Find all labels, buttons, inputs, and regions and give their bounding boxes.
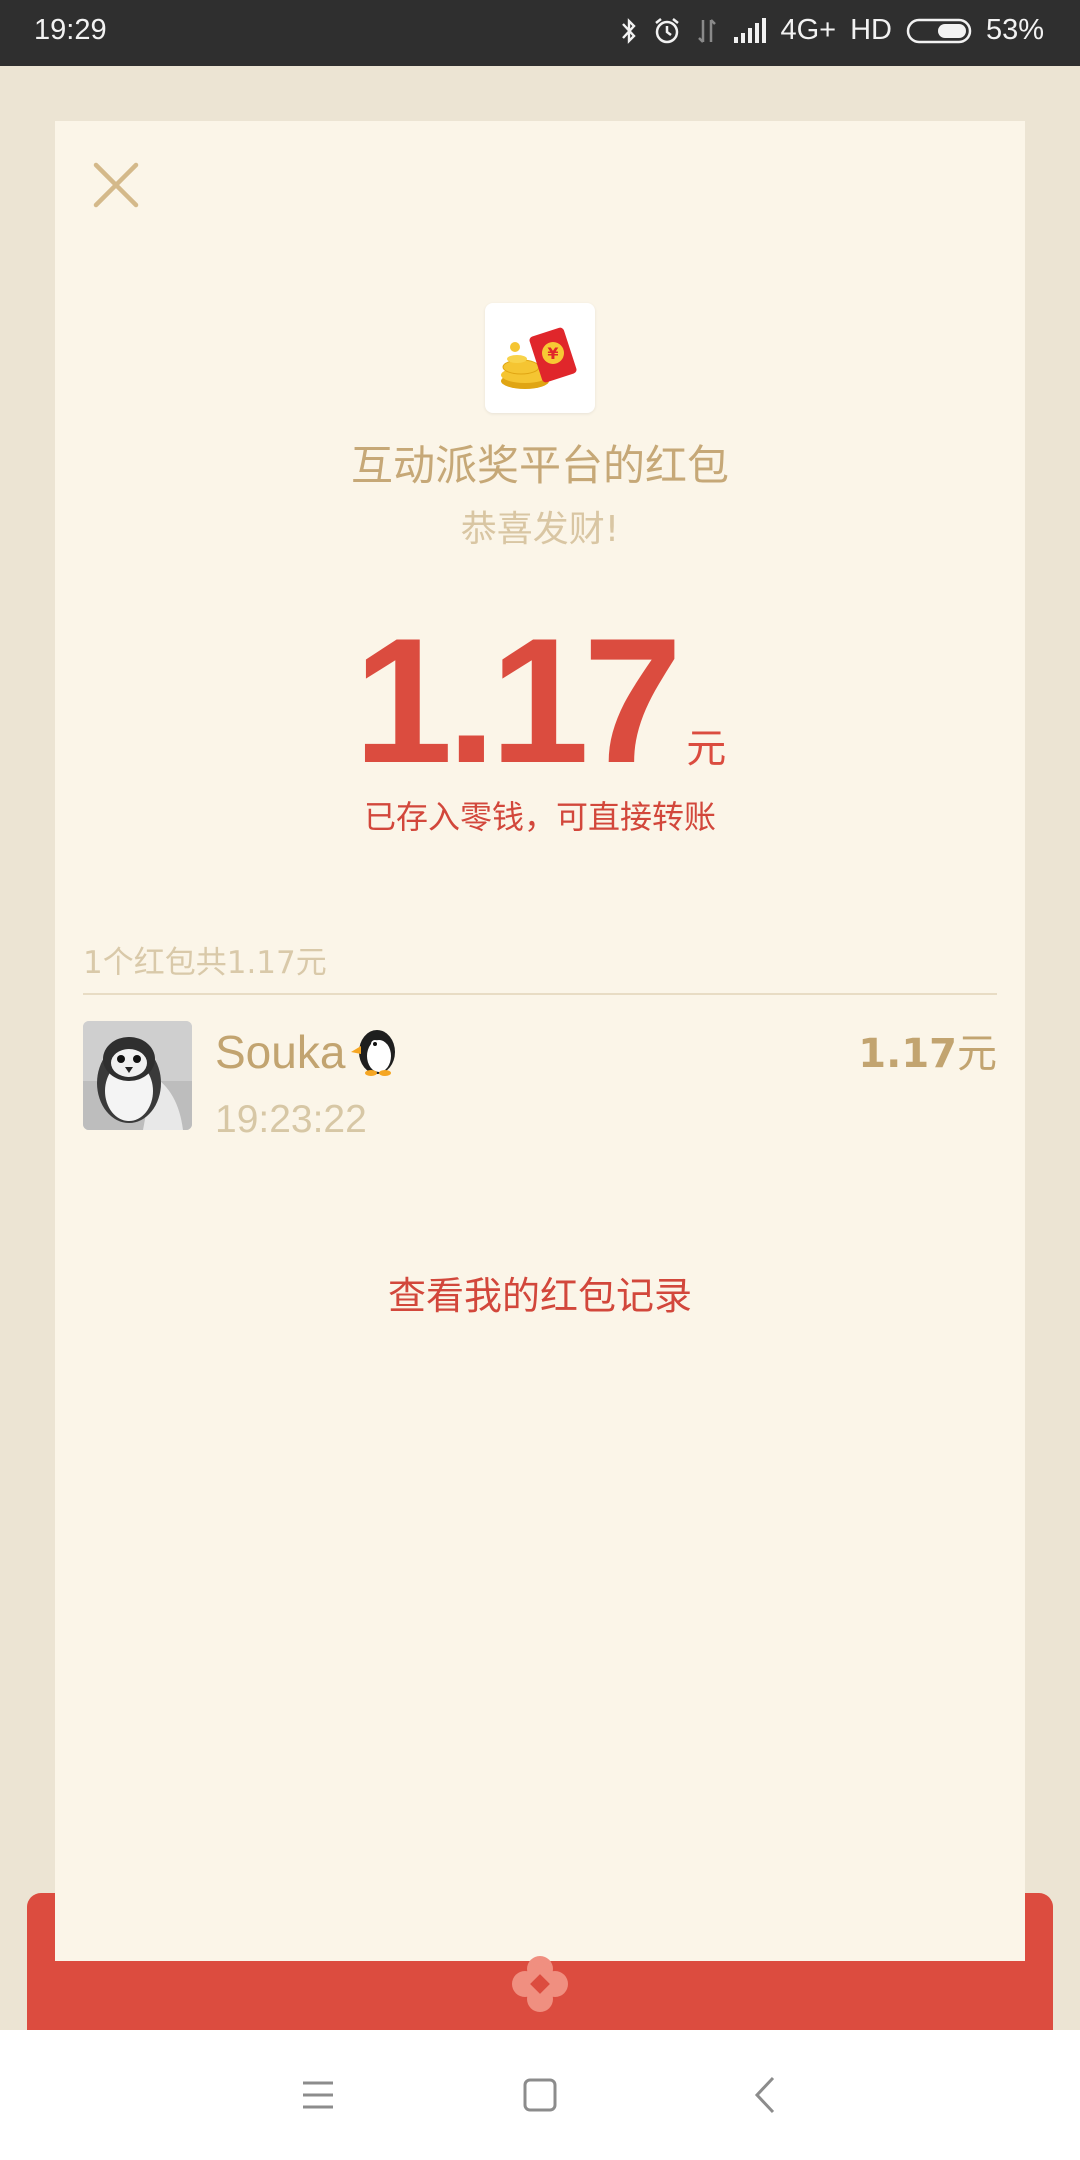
list-item[interactable]: Souka 19:23:22 1.17元	[83, 1021, 997, 1141]
greeting-text: 恭喜发财!	[460, 509, 620, 550]
close-button[interactable]	[86, 155, 146, 215]
view-history-link[interactable]: 查看我的红包记录	[0, 1265, 1080, 1320]
red-packet-coins-icon: ¥	[501, 327, 577, 389]
menu-button[interactable]	[286, 2063, 350, 2127]
status-time: 19:29	[34, 14, 107, 46]
svg-text:¥: ¥	[547, 344, 558, 363]
record-amount: 1.17元	[858, 1021, 997, 1079]
menu-icon	[303, 2081, 333, 2109]
status-icons: 4G+ HD 53%	[620, 14, 1044, 47]
bluetooth-icon	[620, 16, 638, 46]
packet-summary: 1个红包共1.17元	[83, 945, 327, 981]
home-button[interactable]	[508, 2063, 572, 2127]
record-amount-unit: 元	[957, 1031, 997, 1077]
record-amount-value: 1.17	[858, 1031, 957, 1077]
data-transfer-icon	[696, 16, 718, 46]
battery-percent: 53%	[985, 14, 1044, 46]
amount-value: 1.17	[353, 601, 682, 800]
signal-icon	[732, 16, 767, 46]
network-type: 4G+	[780, 14, 837, 46]
navigation-bar	[0, 2030, 1080, 2160]
sender-title: 互动派奖平台的红包	[350, 441, 729, 490]
wallet-note[interactable]: 已存入零钱，可直接转账	[0, 792, 1080, 838]
status-bar: 19:29 4G+ HD 53%	[0, 0, 1080, 66]
close-icon	[93, 162, 139, 208]
amount-display: 1.17 元	[0, 612, 1080, 790]
record-name: Souka	[215, 1025, 401, 1079]
divider	[83, 993, 997, 995]
battery-icon	[906, 17, 972, 45]
hd-indicator: HD	[850, 14, 892, 46]
avatar[interactable]	[83, 1021, 192, 1130]
home-icon	[523, 2078, 557, 2112]
back-button[interactable]	[735, 2063, 799, 2127]
sender-avatar: ¥	[485, 303, 595, 413]
back-icon	[754, 2076, 775, 2114]
alarm-icon	[652, 16, 682, 46]
record-time: 19:23:22	[215, 1098, 367, 1141]
record-name-text: Souka	[215, 1026, 346, 1078]
amount-unit: 元	[686, 726, 727, 772]
envelope-seal-icon	[510, 1954, 570, 2014]
penguin-icon	[351, 1030, 396, 1076]
card-torn-edge	[55, 1930, 1025, 1944]
penguin-avatar-icon	[83, 1021, 192, 1130]
